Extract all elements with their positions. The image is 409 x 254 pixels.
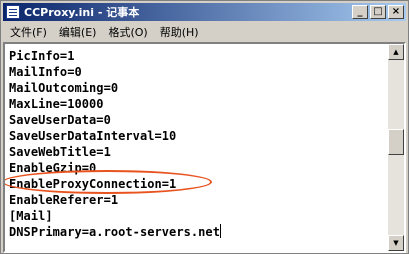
window-title: CCProxy.ini - 记事本 <box>24 6 140 19</box>
highlight-annotation <box>5 170 212 194</box>
title-bar[interactable]: CCProxy.ini - 记事本 _ □ × <box>3 3 406 21</box>
text-line: MailOutcoming=0 <box>9 81 119 95</box>
menu-bar: 文件(F) 编辑(E) 格式(O) 帮助(H) <box>3 22 406 41</box>
notepad-icon[interactable] <box>6 5 20 19</box>
scroll-up-button[interactable]: ▲ <box>388 44 404 60</box>
text-line: SaveUserDataInterval=10 <box>9 129 177 143</box>
text-line-content: DNSPrimary=a.root-servers.net <box>9 225 220 239</box>
text-line: PicInfo=1 <box>9 49 75 63</box>
maximize-button[interactable]: □ <box>370 5 386 19</box>
close-button[interactable]: × <box>388 5 404 19</box>
menu-edit[interactable]: 编辑(E) <box>53 24 103 40</box>
window-controls: _ □ × <box>352 5 404 19</box>
menu-file[interactable]: 文件(F) <box>3 24 53 40</box>
text-line: MaxLine=10000 <box>9 97 104 111</box>
menu-format[interactable]: 格式(O) <box>102 24 153 40</box>
menu-help[interactable]: 帮助(H) <box>154 24 205 40</box>
text-line: [Mail] <box>9 209 53 223</box>
notepad-window: CCProxy.ini - 记事本 _ □ × 文件(F) 编辑(E) 格式(O… <box>0 0 409 254</box>
text-editor[interactable]: PicInfo=1 MailInfo=0 MailOutcoming=0 Max… <box>3 42 406 253</box>
vertical-scrollbar[interactable]: ▲ ▼ <box>388 44 404 251</box>
text-line: SaveUserData=0 <box>9 113 111 127</box>
minimize-button[interactable]: _ <box>352 5 368 19</box>
scroll-down-button[interactable]: ▼ <box>388 235 404 251</box>
text-line: MailInfo=0 <box>9 65 82 79</box>
text-line: SaveWebTitle=1 <box>9 145 111 159</box>
text-caret <box>219 224 221 238</box>
scroll-thumb[interactable] <box>388 129 404 155</box>
text-line: EnableReferer=1 <box>9 193 119 207</box>
text-line-last: DNSPrimary=a.root-servers.net <box>9 224 388 240</box>
text-content[interactable]: PicInfo=1 MailInfo=0 MailOutcoming=0 Max… <box>5 44 388 251</box>
